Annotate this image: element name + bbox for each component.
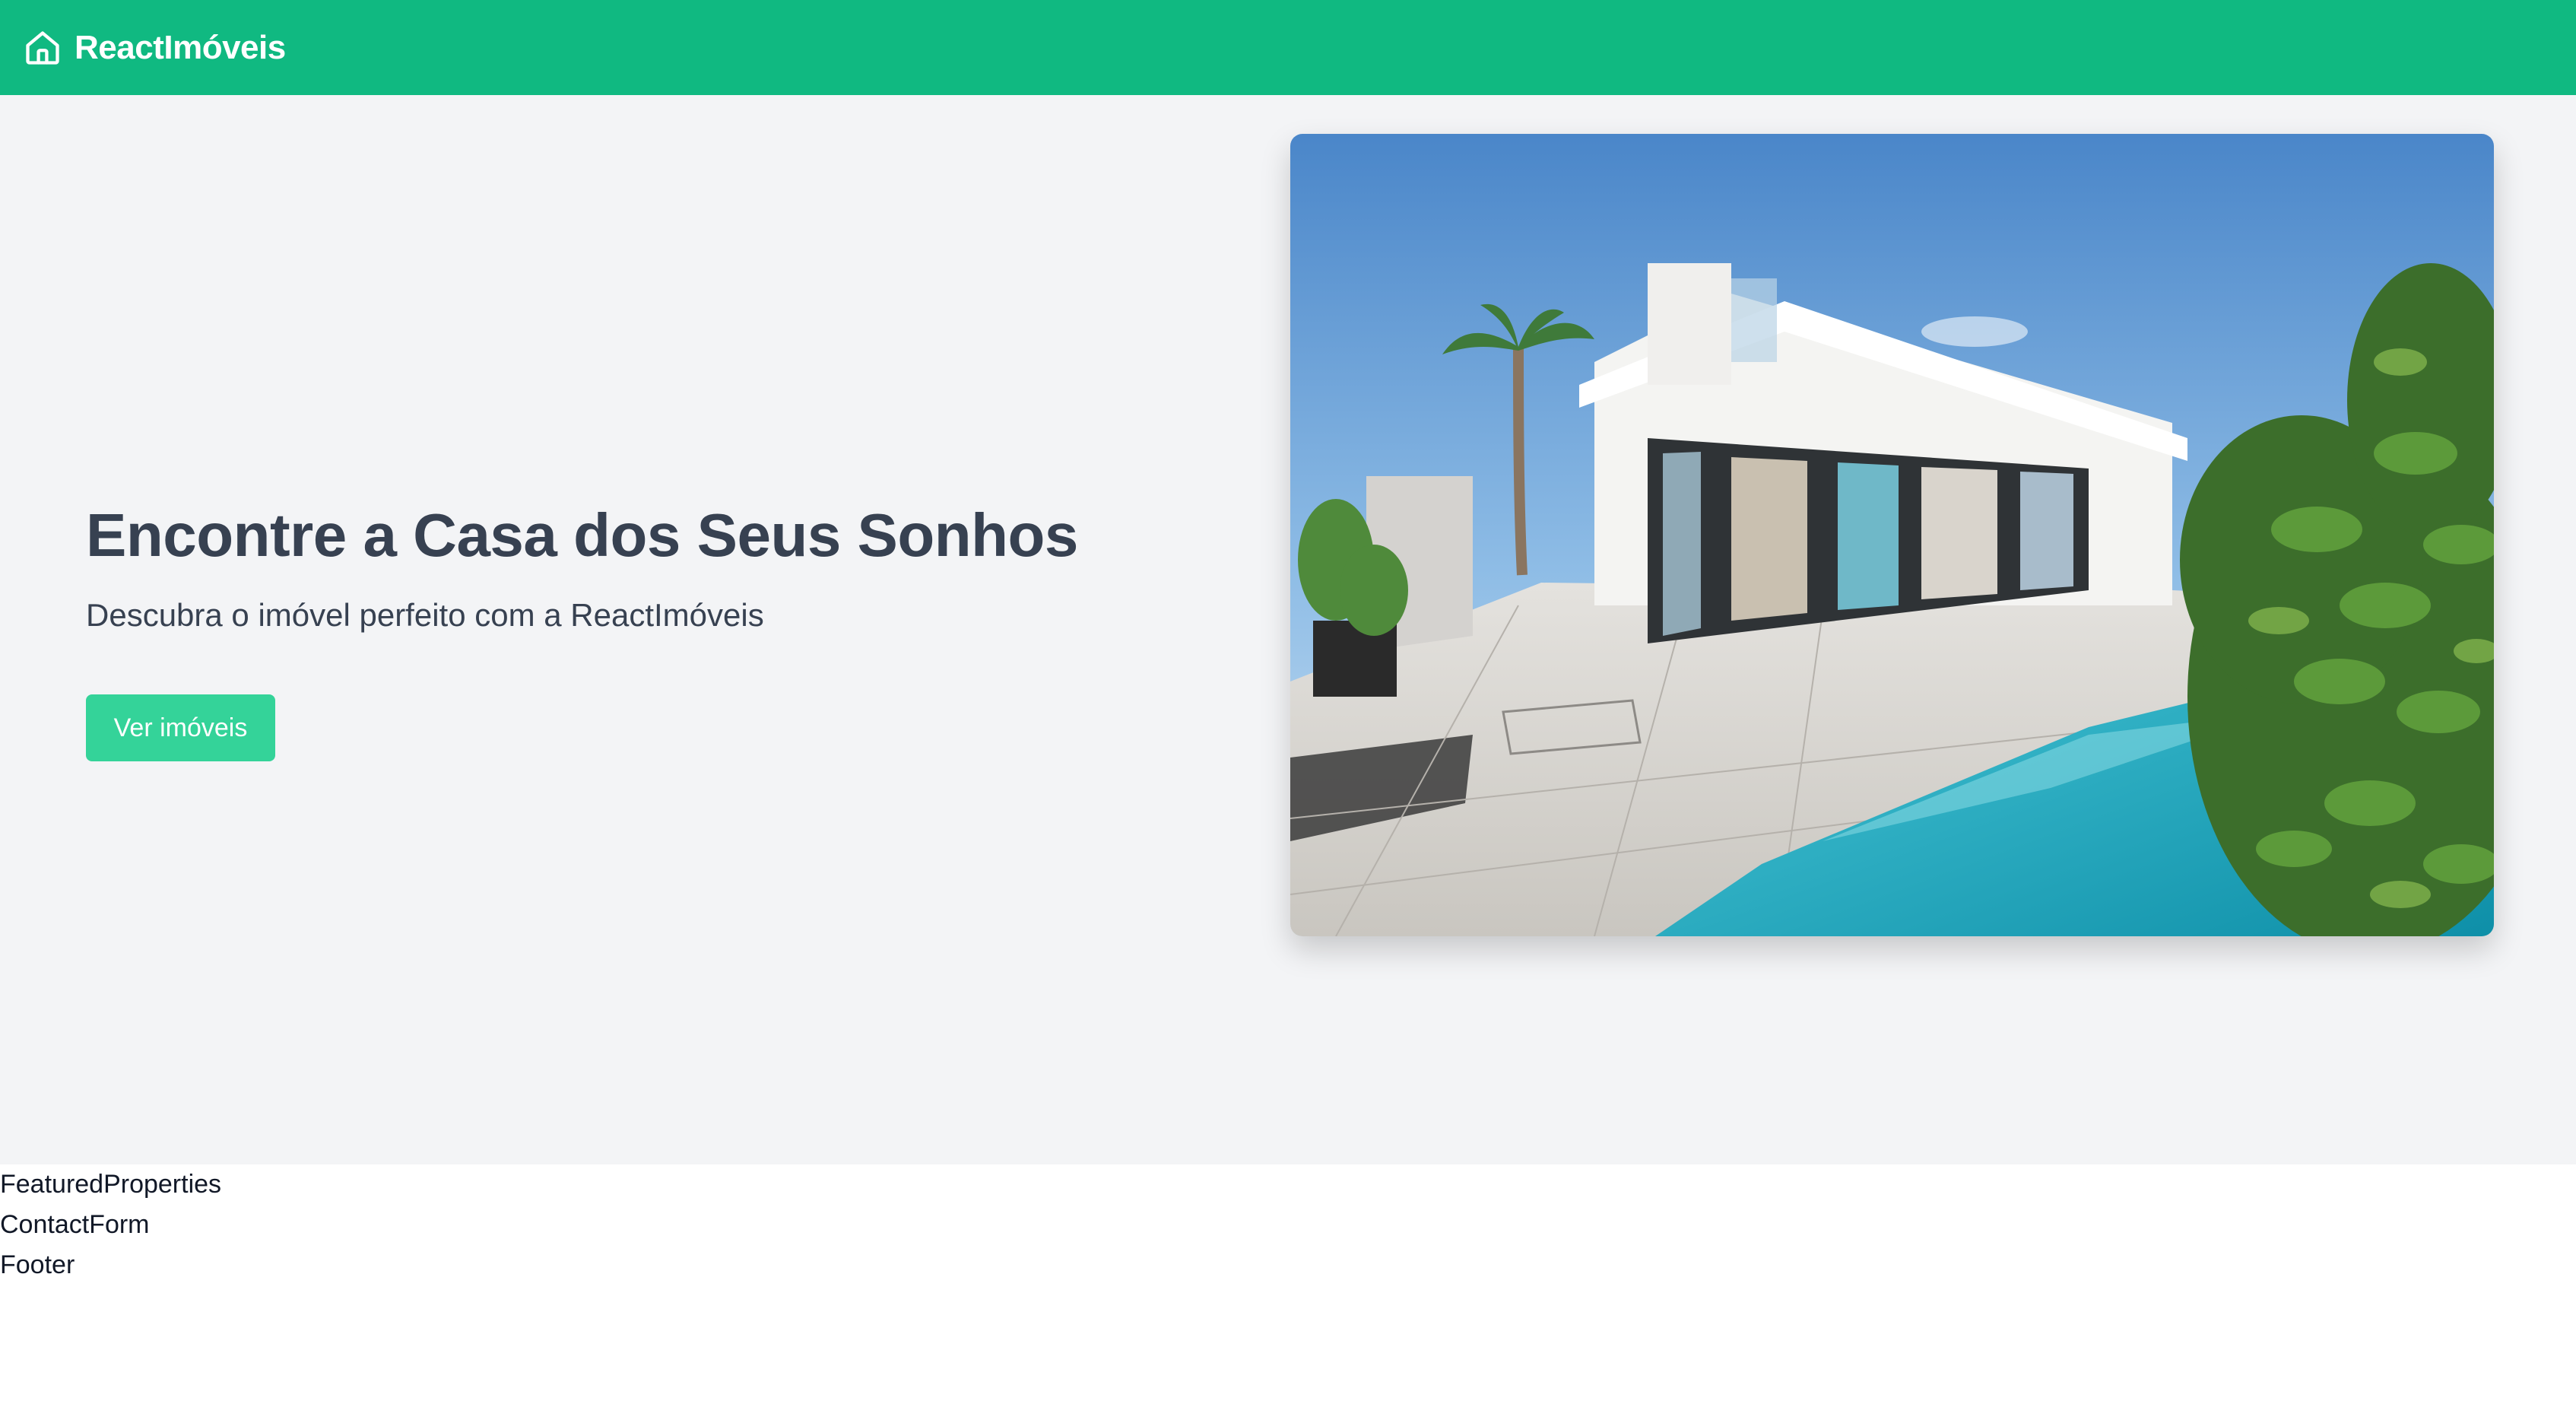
section-placeholders: FeaturedProperties ContactForm Footer — [0, 1164, 221, 1285]
contact-form-placeholder: ContactForm — [0, 1210, 150, 1239]
hero-subtitle: Descubra o imóvel perfeito com a ReactIm… — [86, 597, 764, 633]
brand-name: ReactImóveis — [75, 28, 286, 66]
top-navbar: ReactImóveis — [0, 0, 2576, 95]
hero-house-image — [1290, 134, 2494, 936]
featured-properties-placeholder: FeaturedProperties — [0, 1170, 222, 1199]
footer-placeholder: Footer — [0, 1250, 75, 1279]
brand-link[interactable]: ReactImóveis — [23, 28, 286, 68]
hero-title: Encontre a Casa dos Seus Sonhos — [86, 501, 1078, 569]
home-icon — [26, 30, 59, 65]
view-properties-button[interactable]: Ver imóveis — [86, 694, 275, 761]
